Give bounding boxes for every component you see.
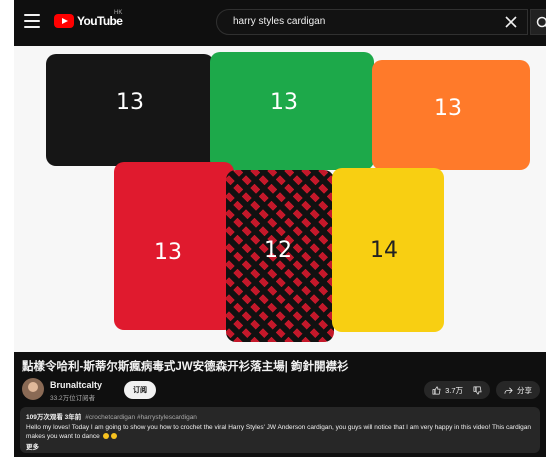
share-label: 分享 <box>517 385 532 395</box>
youtube-play-icon <box>54 14 74 28</box>
like-count: 3.7万 <box>445 385 463 395</box>
video-player[interactable]: 13 13 13 13 12 14 <box>14 46 546 352</box>
share-button[interactable]: 分享 <box>496 381 540 399</box>
like-button[interactable]: 3.7万 <box>424 381 490 399</box>
search-box <box>216 9 528 35</box>
top-bar: YouTube HK <box>14 0 546 46</box>
swatch-number: 13 <box>270 90 298 115</box>
avatar[interactable] <box>22 378 44 400</box>
close-icon[interactable] <box>503 14 519 30</box>
search-button[interactable] <box>530 9 546 35</box>
region-code: HK <box>114 10 123 16</box>
search-icon <box>536 16 546 28</box>
action-bar: 3.7万 分享 <box>424 381 540 399</box>
show-more-link[interactable]: 更多 <box>26 441 534 451</box>
channel-name[interactable]: Brunaltcalty <box>50 380 102 390</box>
description-box[interactable]: 109万次观看 3年前 #crochetcardigan #harrystyles… <box>20 407 540 453</box>
swatch-number: 13 <box>154 240 182 265</box>
subscribe-button[interactable]: 订阅 <box>124 381 156 399</box>
views-and-date: 109万次观看 3年前 <box>26 414 82 421</box>
description-meta: 109万次观看 3年前 #crochetcardigan #harrystyles… <box>26 411 534 421</box>
youtube-watch-page: YouTube HK 13 13 13 13 12 14 點樣令哈利-斯蒂尔斯瘋… <box>14 0 546 457</box>
youtube-logo[interactable]: YouTube HK <box>54 10 123 28</box>
hamburger-menu-icon[interactable] <box>24 14 40 28</box>
youtube-wordmark: YouTube <box>77 14 123 28</box>
search-input[interactable] <box>231 15 485 28</box>
description-body: Hello my loves! Today I am going to show… <box>26 424 531 440</box>
swatch-number: 14 <box>370 238 398 263</box>
video-title: 點樣令哈利-斯蒂尔斯瘋病毒式JW安德森开衫落主場| 鉤針開襟衫 <box>22 361 349 373</box>
swatch-number: 12 <box>264 238 292 263</box>
share-icon <box>504 387 513 394</box>
thumbs-up-icon <box>432 386 441 394</box>
subscriber-count: 33.2万位订阅者 <box>50 395 96 402</box>
hashtags[interactable]: #crochetcardigan #harrystylescardigan <box>85 414 197 421</box>
description-text: Hello my loves! Today I am going to show… <box>26 423 534 441</box>
smile-emoji-icon <box>110 433 117 440</box>
smile-emoji-icon <box>102 433 109 440</box>
swatch-number: 13 <box>116 90 144 115</box>
thumbs-down-icon[interactable] <box>473 386 482 395</box>
swatch-number: 13 <box>434 96 462 121</box>
